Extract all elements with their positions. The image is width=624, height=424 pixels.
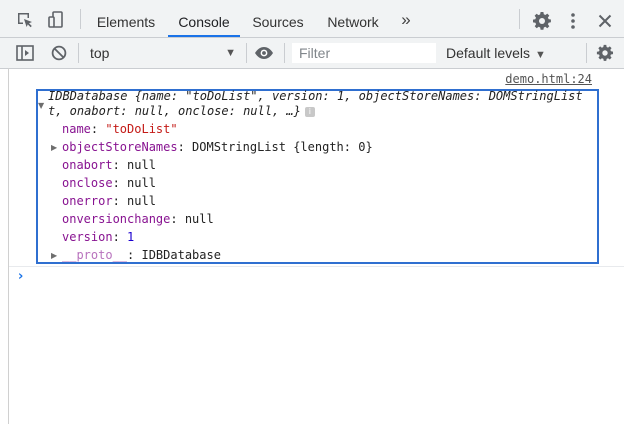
toolbar-divider bbox=[284, 43, 285, 63]
tab-console[interactable]: Console bbox=[168, 0, 240, 37]
console-toolbar: top ▼ Filter Default levels ▼ bbox=[0, 38, 624, 69]
property-key: __proto__ bbox=[62, 248, 128, 262]
chevron-down-icon: ▼ bbox=[535, 49, 546, 61]
sidebar-toggle-icon[interactable] bbox=[15, 43, 35, 63]
console-left-border bbox=[8, 68, 9, 424]
property-row: onclose: null bbox=[62, 176, 156, 190]
eye-icon[interactable] bbox=[252, 43, 276, 63]
property-row[interactable]: objectStoreNames: DOMStringList {length:… bbox=[62, 140, 373, 155]
property-row[interactable]: __proto__: IDBDatabase bbox=[62, 248, 221, 263]
property-value: null bbox=[127, 194, 156, 208]
object-summary-line[interactable]: t, onabort: null, onclose: null, …} i bbox=[48, 104, 315, 119]
log-levels-label: Default levels bbox=[446, 45, 531, 61]
object-summary-continuation: t, onabort: null, onclose: null, …} bbox=[48, 104, 301, 118]
property-row: name: "toDoList" bbox=[62, 122, 178, 136]
console-prompt-icon[interactable]: › bbox=[18, 269, 23, 284]
settings-gear-icon[interactable] bbox=[531, 10, 553, 32]
log-levels-dropdown[interactable]: Default levels ▼ bbox=[446, 42, 546, 64]
property-key: onversionchange bbox=[62, 212, 171, 226]
toolbar-divider bbox=[586, 43, 587, 63]
more-tabs-icon[interactable]: » bbox=[394, 0, 418, 37]
source-link[interactable]: demo.html:24 bbox=[505, 72, 592, 86]
property-row: onerror: null bbox=[62, 194, 156, 208]
clear-console-icon[interactable] bbox=[49, 43, 69, 63]
property-key: version bbox=[62, 230, 113, 244]
tab-network[interactable]: Network bbox=[320, 0, 386, 37]
close-icon[interactable] bbox=[595, 11, 615, 31]
property-key: onerror bbox=[62, 194, 113, 208]
object-summary-line[interactable]: IDBDatabase {name: "toDoList", version: … bbox=[48, 89, 583, 104]
context-value: top bbox=[90, 45, 110, 61]
property-row: onversionchange: null bbox=[62, 212, 214, 226]
console-entry-divider bbox=[9, 266, 624, 267]
property-value: DOMStringList {length: 0} bbox=[192, 140, 373, 154]
toolbar-divider bbox=[78, 43, 79, 63]
property-key: name bbox=[62, 122, 91, 136]
toolbar-divider bbox=[80, 9, 81, 29]
info-badge-icon[interactable]: i bbox=[304, 106, 315, 117]
context-selector[interactable]: top ▼ bbox=[80, 42, 242, 64]
toolbar-divider bbox=[519, 9, 520, 29]
property-value: null bbox=[184, 212, 214, 226]
property-value: IDBDatabase bbox=[141, 248, 221, 262]
property-key: objectStoreNames bbox=[62, 140, 178, 154]
kebab-menu-icon[interactable] bbox=[565, 10, 581, 32]
filter-input[interactable]: Filter bbox=[292, 43, 436, 63]
property-row: onabort: null bbox=[62, 158, 156, 172]
expand-triangle-icon[interactable]: ▶ bbox=[51, 251, 57, 260]
property-row: version: 1 bbox=[62, 230, 135, 244]
tab-sources[interactable]: Sources bbox=[246, 0, 310, 37]
inspect-element-icon[interactable] bbox=[14, 9, 36, 31]
property-value: null bbox=[127, 176, 156, 190]
property-value: "toDoList" bbox=[105, 122, 178, 136]
console-settings-icon[interactable] bbox=[595, 43, 615, 63]
property-key: onclose bbox=[62, 176, 113, 190]
chevron-down-icon: ▼ bbox=[225, 47, 236, 59]
property-key: onabort bbox=[62, 158, 113, 172]
property-value: null bbox=[127, 158, 156, 172]
expand-triangle-icon[interactable]: ▼ bbox=[38, 101, 44, 110]
toolbar-divider bbox=[246, 43, 247, 63]
device-toolbar-icon[interactable] bbox=[46, 9, 68, 31]
devtools-tab-bar: Elements Console Sources Network » bbox=[0, 0, 624, 38]
property-value: 1 bbox=[127, 230, 135, 244]
tab-elements[interactable]: Elements bbox=[90, 0, 162, 37]
expand-triangle-icon[interactable]: ▶ bbox=[51, 143, 57, 152]
